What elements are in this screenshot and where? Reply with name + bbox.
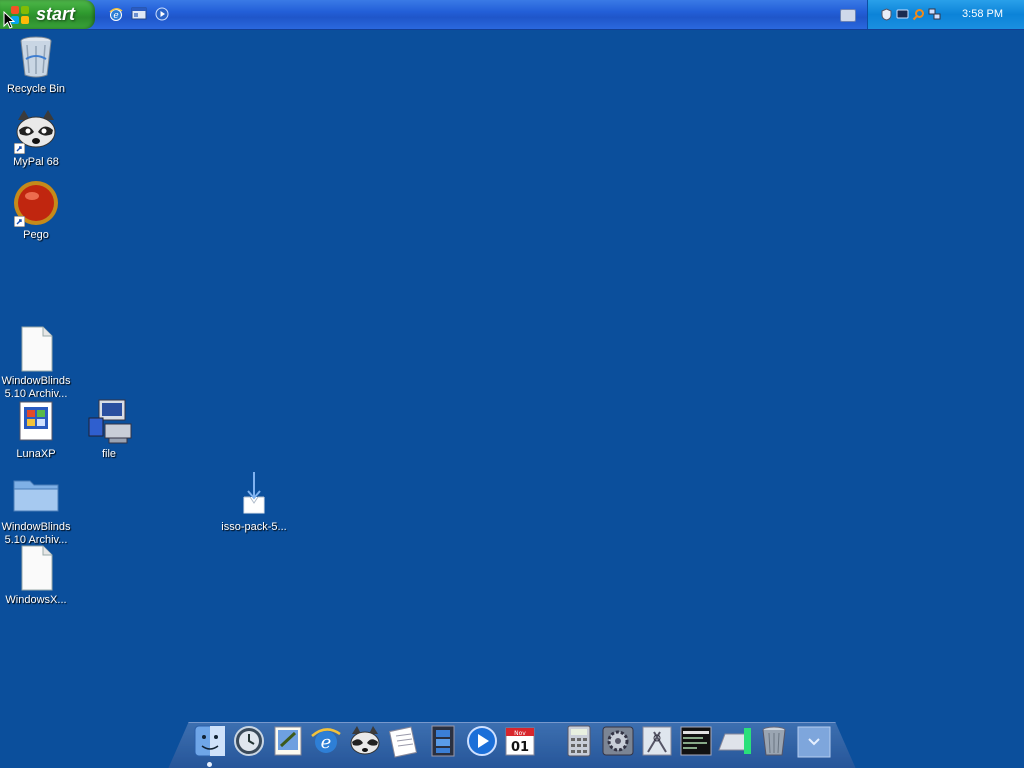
desktop-icon-pego[interactable]: Pego: [0, 179, 72, 242]
clock[interactable]: 3:58 PM: [962, 8, 1003, 20]
desktop-icon-label: LunaXP: [16, 448, 56, 460]
file-icon: [21, 326, 53, 372]
time-machine-icon[interactable]: [232, 724, 266, 758]
desktop-icon-windowblinds-archive-folder[interactable]: WindowBlinds 5.10 Archiv...: [0, 471, 72, 547]
keyboard-icon[interactable]: [840, 9, 856, 22]
internet-explorer-icon[interactable]: e: [108, 6, 124, 22]
internet-explorer-icon[interactable]: e: [309, 724, 343, 758]
system-preferences-icon[interactable]: [601, 724, 635, 758]
mouse-pointer-icon: [3, 11, 15, 29]
trash-icon[interactable]: [757, 724, 791, 758]
mypal-icon[interactable]: [348, 724, 382, 758]
video-icon[interactable]: [426, 724, 460, 758]
desktop-icon-mypal[interactable]: MyPal 68: [0, 106, 72, 169]
text-edit-icon[interactable]: [387, 724, 421, 758]
desktop-icon-recycle-bin[interactable]: Recycle Bin: [0, 33, 72, 96]
system-tray: 3:58 PM: [867, 0, 1024, 29]
dock-running-indicator: [207, 762, 212, 767]
start-label: start: [36, 4, 76, 24]
svg-text:e: e: [113, 11, 118, 21]
desktop-icon-label: Pego: [23, 229, 49, 241]
monitor-icon[interactable]: [896, 8, 909, 21]
shortcut-arrow-icon: [14, 143, 25, 154]
search-icon[interactable]: [912, 8, 925, 21]
svg-text:01: 01: [511, 740, 529, 755]
show-desktop-icon[interactable]: [131, 6, 147, 22]
drive-icon[interactable]: [717, 724, 751, 758]
desktop-icon-label: MyPal 68: [13, 156, 59, 168]
taskbar: start e 3:58 PM: [0, 0, 1024, 30]
desktop-icon-label: Recycle Bin: [6, 83, 66, 95]
folder-icon: [13, 480, 59, 512]
console-icon[interactable]: [679, 724, 713, 758]
desktop-icon-windowblinds-archive-file[interactable]: WindowBlinds 5.10 Archiv...: [0, 325, 72, 397]
setup-icon: [88, 399, 132, 444]
finder-icon[interactable]: [193, 724, 227, 758]
lunaxp-icon: [19, 401, 53, 441]
network-icon[interactable]: [928, 8, 941, 21]
mail-icon[interactable]: [271, 724, 305, 758]
svg-text:Nov: Nov: [514, 730, 526, 737]
recycle-bin-icon: [20, 36, 52, 78]
desktop-icon-windowsx-file[interactable]: WindowsX...: [0, 544, 72, 607]
calculator-icon[interactable]: [562, 724, 596, 758]
desktop-icon-lunaxp[interactable]: LunaXP: [0, 398, 72, 461]
desktop-icon-label: WindowBlinds 5.10 Archiv...: [1, 375, 71, 397]
desktop-icon-isso-pack[interactable]: isso-pack-5...: [218, 471, 290, 534]
desktop-icon-label: WindowsX...: [5, 594, 67, 606]
desktop-icon-label: file: [101, 448, 117, 460]
quicktime-icon[interactable]: [465, 724, 499, 758]
svg-text:e: e: [321, 732, 332, 753]
desktop-icon-label: isso-pack-5...: [221, 521, 287, 533]
download-icon: [243, 472, 265, 514]
desktop-icon-file[interactable]: file: [73, 398, 145, 461]
security-shield-icon[interactable]: [880, 8, 893, 21]
file-icon: [21, 545, 53, 591]
shortcut-arrow-icon: [14, 216, 25, 227]
media-player-icon[interactable]: [154, 6, 170, 22]
stack-icon[interactable]: [797, 724, 831, 758]
utilities-icon[interactable]: [640, 724, 674, 758]
calendar-icon[interactable]: Nov 01: [503, 724, 537, 758]
